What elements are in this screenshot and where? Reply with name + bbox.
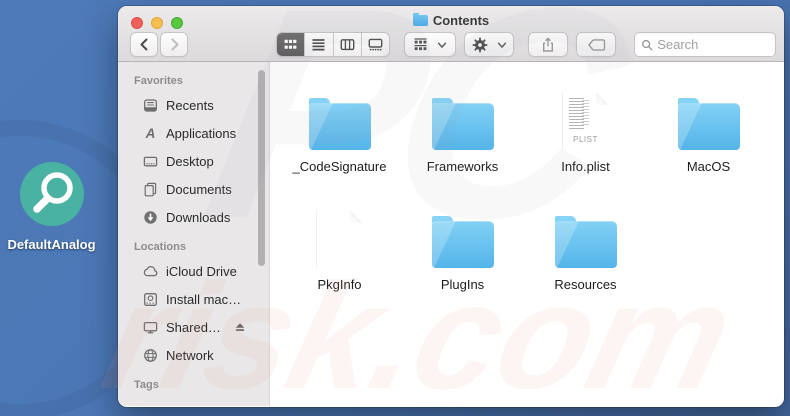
sidebar-item-label: Shared…	[166, 319, 221, 335]
folder-icon	[431, 216, 494, 268]
downloads-icon	[144, 210, 157, 224]
column-view-icon	[340, 39, 355, 51]
chevron-down-icon	[437, 42, 447, 48]
globe-icon	[144, 348, 157, 362]
title-bar: Contents	[118, 11, 784, 29]
sidebar-item-label: iCloud Drive	[166, 263, 237, 279]
chevron-right-icon	[171, 38, 178, 51]
sidebar-item-label: Applications	[166, 125, 237, 141]
sidebar-item-documents[interactable]: Documents	[134, 175, 269, 203]
svg-text:A: A	[145, 126, 156, 141]
search-input[interactable]	[657, 37, 769, 52]
finder-window: Contents Search Favorites Recents A Appl…	[118, 6, 784, 407]
cloud-icon	[143, 265, 158, 276]
display-icon	[143, 321, 158, 333]
blank-document-icon	[317, 210, 363, 268]
file-item-codesignature[interactable]: _CodeSignature	[280, 96, 400, 188]
folder-icon	[431, 98, 494, 150]
view-gallery-button[interactable]	[362, 33, 389, 56]
gallery-view-icon	[368, 38, 383, 51]
window-header: Contents	[118, 6, 784, 62]
sidebar-item-install-macos[interactable]: Install mac…	[134, 285, 269, 313]
desktop-icon-label: DefaultAnalog	[7, 237, 96, 252]
file-label: PlugIns	[440, 277, 485, 292]
desktop-icon-defaultanalog[interactable]: DefaultAnalog	[4, 162, 99, 252]
sidebar-section-favorites: Favorites	[134, 75, 183, 87]
eject-icon[interactable]	[234, 321, 246, 333]
applications-icon: A	[145, 126, 156, 141]
back-button[interactable]	[130, 32, 158, 57]
desktop-icon	[143, 156, 158, 166]
file-item-resources[interactable]: Resources	[526, 214, 646, 306]
sidebar-scrollbar[interactable]	[258, 70, 265, 266]
share-icon	[543, 37, 553, 52]
file-grid: _CodeSignature Frameworks PLIST Info.pli…	[270, 62, 784, 406]
sidebar-item-desktop[interactable]: Desktop	[134, 147, 269, 175]
sidebar-item-label: Network	[166, 347, 214, 363]
tag-button[interactable]	[576, 32, 616, 57]
action-button[interactable]	[464, 32, 514, 57]
file-label: Resources	[554, 277, 617, 292]
sidebar-item-label: Downloads	[166, 209, 231, 225]
sidebar: Favorites Recents A Applications Desktop…	[118, 62, 270, 406]
share-button[interactable]	[528, 32, 568, 57]
sidebar-item-recents[interactable]: Recents	[134, 91, 269, 119]
disk-icon	[144, 292, 157, 306]
document-text-lines	[569, 98, 584, 131]
file-item-frameworks[interactable]: Frameworks	[403, 96, 523, 188]
plist-document-icon: PLIST	[563, 92, 609, 150]
file-item-macos[interactable]: MacOS	[649, 96, 769, 188]
chevron-left-icon	[140, 38, 147, 51]
grid-view-icon	[284, 39, 297, 49]
chevron-down-icon	[497, 42, 506, 48]
search-field[interactable]	[634, 32, 776, 57]
sidebar-item-label: Install mac…	[166, 291, 242, 307]
magnifier-icon	[19, 162, 84, 226]
window-title: Contents	[432, 12, 490, 28]
group-items-icon	[414, 38, 427, 51]
documents-icon	[144, 182, 157, 196]
gear-icon	[472, 37, 487, 52]
file-label: MacOS	[686, 159, 731, 174]
view-list-button[interactable]	[305, 33, 334, 56]
folder-icon	[412, 12, 428, 26]
folder-icon	[554, 216, 617, 268]
sidebar-section-tags: Tags	[134, 379, 159, 391]
sidebar-item-label: Desktop	[166, 153, 214, 169]
plist-badge: PLIST	[573, 135, 598, 144]
sidebar-item-applications[interactable]: A Applications	[134, 119, 269, 147]
sidebar-item-network[interactable]: Network	[134, 341, 269, 369]
sidebar-item-label: Recents	[166, 97, 214, 113]
tag-icon	[587, 38, 605, 51]
sidebar-item-shared[interactable]: Shared…	[134, 313, 269, 341]
list-view-icon	[312, 39, 325, 51]
file-label: PkgInfo	[317, 277, 362, 292]
file-label: _CodeSignature	[292, 159, 387, 174]
forward-button[interactable]	[160, 32, 188, 57]
search-icon	[642, 39, 653, 50]
group-button[interactable]	[404, 32, 456, 57]
file-item-info-plist[interactable]: PLIST Info.plist	[526, 92, 646, 188]
sidebar-item-downloads[interactable]: Downloads	[134, 203, 269, 231]
file-item-pkginfo[interactable]: PkgInfo	[280, 210, 400, 306]
view-icon-button[interactable]	[277, 33, 306, 56]
view-switcher	[276, 32, 390, 57]
file-item-plugins[interactable]: PlugIns	[403, 214, 523, 306]
file-label: Info.plist	[561, 159, 610, 174]
recents-icon	[144, 98, 157, 112]
view-column-button[interactable]	[334, 33, 362, 56]
file-label: Frameworks	[426, 159, 499, 174]
folder-icon	[677, 98, 740, 150]
folder-icon	[308, 98, 371, 150]
sidebar-section-locations: Locations	[134, 241, 186, 253]
sidebar-item-icloud-drive[interactable]: iCloud Drive	[134, 257, 269, 285]
sidebar-item-label: Documents	[166, 181, 232, 197]
